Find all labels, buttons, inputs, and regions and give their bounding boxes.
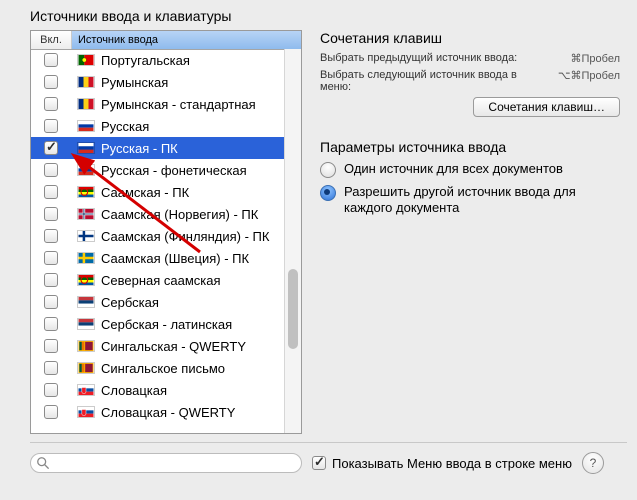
list-item[interactable]: Русская bbox=[31, 115, 301, 137]
search-field-container bbox=[30, 453, 302, 473]
enable-checkbox[interactable] bbox=[44, 361, 58, 375]
flag-icon bbox=[77, 406, 95, 418]
source-name: Румынская - стандартная bbox=[101, 97, 256, 112]
enable-checkbox[interactable] bbox=[44, 251, 58, 265]
list-item[interactable]: Сингальское письмо bbox=[31, 357, 301, 379]
enable-checkbox[interactable] bbox=[44, 383, 58, 397]
shortcut-prev-value: ⌘Пробел bbox=[550, 52, 620, 65]
radio-each-indicator[interactable] bbox=[320, 185, 336, 201]
scroll-thumb[interactable] bbox=[288, 269, 298, 349]
enable-checkbox[interactable] bbox=[44, 295, 58, 309]
keyboard-shortcuts-button[interactable]: Сочетания клавиш… bbox=[473, 97, 620, 117]
radio-single-label: Один источник для всех документов bbox=[344, 161, 563, 177]
flag-icon bbox=[77, 164, 95, 176]
source-name: Северная саамская bbox=[101, 273, 221, 288]
input-sources-list: Вкл. Источник ввода Португальская Румынск… bbox=[30, 30, 302, 434]
enable-checkbox[interactable] bbox=[44, 53, 58, 67]
list-item[interactable]: Сингальская - QWERTY bbox=[31, 335, 301, 357]
list-item[interactable]: Румынская - стандартная bbox=[31, 93, 301, 115]
enable-checkbox[interactable] bbox=[44, 97, 58, 111]
source-name: Сингальская - QWERTY bbox=[101, 339, 246, 354]
source-name: Словацкая bbox=[101, 383, 167, 398]
flag-icon bbox=[77, 274, 95, 286]
help-button[interactable]: ? bbox=[582, 452, 604, 474]
column-header-enabled[interactable]: Вкл. bbox=[31, 31, 72, 49]
panel-title: Источники ввода и клавиатуры bbox=[30, 8, 231, 24]
list-body[interactable]: Португальская Румынская Румынская - станда… bbox=[31, 49, 301, 433]
list-item[interactable]: Северная саамская bbox=[31, 269, 301, 291]
enable-checkbox[interactable] bbox=[44, 273, 58, 287]
source-name: Сербская bbox=[101, 295, 159, 310]
search-input[interactable] bbox=[30, 453, 302, 473]
input-sources-panel: Источники ввода и клавиатуры Вкл. Источн… bbox=[0, 0, 637, 500]
flag-icon bbox=[77, 142, 95, 154]
shortcut-next-label: Выбрать следующий источник ввода в меню: bbox=[320, 69, 550, 93]
source-name: Румынская bbox=[101, 75, 168, 90]
shortcut-next-value: ⌥⌘Пробел bbox=[550, 69, 620, 93]
source-name: Словацкая - QWERTY bbox=[101, 405, 235, 420]
enable-checkbox[interactable] bbox=[44, 141, 58, 155]
source-name: Саамская (Норвегия) - ПК bbox=[101, 207, 258, 222]
enable-checkbox[interactable] bbox=[44, 317, 58, 331]
list-item[interactable]: Словацкая - QWERTY bbox=[31, 401, 301, 423]
source-name: Русская - ПК bbox=[101, 141, 178, 156]
list-item[interactable]: Словацкая bbox=[31, 379, 301, 401]
flag-icon bbox=[77, 230, 95, 242]
enable-checkbox[interactable] bbox=[44, 185, 58, 199]
list-item[interactable]: Португальская bbox=[31, 49, 301, 71]
flag-icon bbox=[77, 186, 95, 198]
radio-each-label: Разрешить другой источник ввода для кажд… bbox=[344, 184, 604, 216]
radio-each-document[interactable]: Разрешить другой источник ввода для кажд… bbox=[320, 184, 620, 216]
flag-icon bbox=[77, 362, 95, 374]
enable-checkbox[interactable] bbox=[44, 119, 58, 133]
flag-icon bbox=[77, 54, 95, 66]
enable-checkbox[interactable] bbox=[44, 207, 58, 221]
list-item[interactable]: Саамская (Швеция) - ПК bbox=[31, 247, 301, 269]
list-item[interactable]: Румынская bbox=[31, 71, 301, 93]
flag-icon bbox=[77, 76, 95, 88]
flag-icon bbox=[77, 384, 95, 396]
shortcuts-title: Сочетания клавиш bbox=[320, 30, 620, 46]
list-item[interactable]: Сербская - латинская bbox=[31, 313, 301, 335]
enable-checkbox[interactable] bbox=[44, 339, 58, 353]
flag-icon bbox=[77, 340, 95, 352]
radio-single-source[interactable]: Один источник для всех документов bbox=[320, 161, 620, 178]
source-name: Саамская - ПК bbox=[101, 185, 189, 200]
enable-checkbox[interactable] bbox=[44, 75, 58, 89]
flag-icon bbox=[77, 318, 95, 330]
list-item[interactable]: Русская - фонетическая bbox=[31, 159, 301, 181]
column-header-source[interactable]: Источник ввода bbox=[72, 31, 301, 49]
source-name: Португальская bbox=[101, 53, 190, 68]
source-name: Сингальское письмо bbox=[101, 361, 225, 376]
source-name: Русская - фонетическая bbox=[101, 163, 247, 178]
list-header: Вкл. Источник ввода bbox=[31, 31, 301, 50]
flag-icon bbox=[77, 296, 95, 308]
list-item[interactable]: Русская - ПК bbox=[31, 137, 301, 159]
list-scrollbar[interactable] bbox=[284, 49, 301, 433]
flag-icon bbox=[77, 98, 95, 110]
list-item[interactable]: Саамская (Финляндия) - ПК bbox=[31, 225, 301, 247]
source-name: Русская bbox=[101, 119, 149, 134]
source-name: Сербская - латинская bbox=[101, 317, 232, 332]
radio-single-indicator[interactable] bbox=[320, 162, 336, 178]
flag-icon bbox=[77, 252, 95, 264]
source-name: Саамская (Швеция) - ПК bbox=[101, 251, 249, 266]
flag-icon bbox=[77, 208, 95, 220]
enable-checkbox[interactable] bbox=[44, 229, 58, 243]
separator bbox=[30, 442, 627, 443]
enable-checkbox[interactable] bbox=[44, 163, 58, 177]
list-item[interactable]: Саамская (Норвегия) - ПК bbox=[31, 203, 301, 225]
enable-checkbox[interactable] bbox=[44, 405, 58, 419]
show-input-menu-label: Показывать Меню ввода в строке меню bbox=[332, 456, 572, 471]
show-input-menu-checkbox[interactable] bbox=[312, 456, 326, 470]
shortcut-prev-label: Выбрать предыдущий источник ввода: bbox=[320, 52, 550, 65]
params-title: Параметры источника ввода bbox=[320, 139, 620, 155]
list-item[interactable]: Саамская - ПК bbox=[31, 181, 301, 203]
source-name: Саамская (Финляндия) - ПК bbox=[101, 229, 269, 244]
flag-icon bbox=[77, 120, 95, 132]
list-item[interactable]: Сербская bbox=[31, 291, 301, 313]
